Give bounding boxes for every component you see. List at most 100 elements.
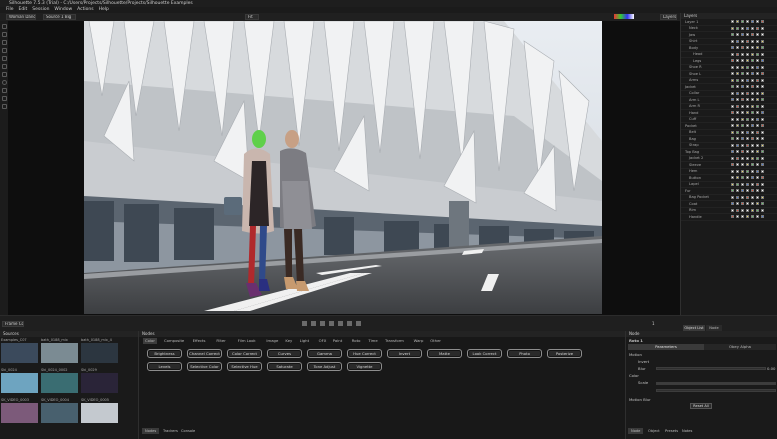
layer-toggle-icon[interactable] <box>746 59 749 63</box>
stop-icon[interactable] <box>329 321 334 326</box>
node-tab[interactable]: Image <box>264 338 280 344</box>
layer-toggle-icon[interactable] <box>761 143 764 147</box>
layer-toggle-icon[interactable] <box>756 176 759 180</box>
layer-toggle-icon[interactable] <box>761 52 764 56</box>
layer-toggle-icon[interactable] <box>741 208 744 212</box>
layer-toggle-icon[interactable] <box>751 182 754 186</box>
layers-mode-select[interactable]: Layers <box>660 14 677 20</box>
layer-toggle-icon[interactable] <box>731 202 734 206</box>
layer-toggle-icon[interactable] <box>761 156 764 160</box>
magnetic-tool-icon[interactable] <box>1 64 7 69</box>
layer-toggle-icon[interactable] <box>741 111 744 115</box>
layer-toggle-icon[interactable] <box>736 98 739 102</box>
layer-toggle-icon[interactable] <box>761 39 764 43</box>
layer-toggle-icon[interactable] <box>751 33 754 37</box>
layer-toggle-icon[interactable] <box>751 189 754 193</box>
layer-toggle-icon[interactable] <box>746 26 749 30</box>
layer-toggle-icon[interactable] <box>761 215 764 219</box>
layer-toggle-icon[interactable] <box>741 20 744 24</box>
layer-toggle-icon[interactable] <box>736 20 739 24</box>
layer-toggle-icon[interactable] <box>751 72 754 76</box>
layer-toggle-icon[interactable] <box>741 91 744 95</box>
layer-toggle-icon[interactable] <box>741 202 744 206</box>
layer-toggle-icon[interactable] <box>736 163 739 167</box>
layer-toggle-icon[interactable] <box>746 156 749 160</box>
layer-toggle-icon[interactable] <box>756 39 759 43</box>
node-button[interactable]: Levels <box>147 362 182 371</box>
layer-toggle-icon[interactable] <box>756 182 759 186</box>
layer-toggle-icon[interactable] <box>731 169 734 173</box>
layer-toggle-icon[interactable] <box>731 111 734 115</box>
param-blur[interactable]: Blur <box>638 366 646 371</box>
node-bottom-tab[interactable]: Nodes <box>142 428 160 434</box>
layer-toggle-icon[interactable] <box>746 169 749 173</box>
go-start-icon[interactable] <box>302 321 307 326</box>
node-tab[interactable]: Time <box>366 338 379 344</box>
layer-toggle-icon[interactable] <box>746 39 749 43</box>
source-thumbnail[interactable] <box>1 343 38 363</box>
layer-toggle-icon[interactable] <box>751 195 754 199</box>
layer-toggle-icon[interactable] <box>736 39 739 43</box>
layer-toggle-icon[interactable] <box>751 85 754 89</box>
layer-toggle-icon[interactable] <box>761 46 764 50</box>
layer-toggle-icon[interactable] <box>761 124 764 128</box>
layer-toggle-icon[interactable] <box>761 20 764 24</box>
source-thumbnail[interactable] <box>41 403 78 423</box>
layer-toggle-icon[interactable] <box>746 65 749 69</box>
layer-toggle-icon[interactable] <box>761 163 764 167</box>
node-button[interactable]: Selective Hue <box>227 362 262 371</box>
layer-toggle-icon[interactable] <box>736 91 739 95</box>
layer-toggle-icon[interactable] <box>756 59 759 63</box>
node-button[interactable]: Vignette <box>347 362 382 371</box>
zoom-select[interactable]: Fit <box>245 14 259 20</box>
layer-toggle-icon[interactable] <box>731 65 734 69</box>
layer-toggle-icon[interactable] <box>741 65 744 69</box>
node-tab[interactable]: Color <box>143 338 157 344</box>
layer-toggle-icon[interactable] <box>731 137 734 141</box>
layer-toggle-icon[interactable] <box>761 117 764 121</box>
source-thumbnail[interactable] <box>1 373 38 393</box>
source-thumbnail[interactable] <box>1 403 38 423</box>
layer-toggle-icon[interactable] <box>731 143 734 147</box>
layer-toggle-icon[interactable] <box>756 26 759 30</box>
layer-toggle-icon[interactable] <box>751 78 754 82</box>
layer-toggle-icon[interactable] <box>746 189 749 193</box>
node-tab[interactable]: Key <box>283 338 294 344</box>
layer-toggle-icon[interactable] <box>741 78 744 82</box>
bezier-tool-icon[interactable] <box>1 48 7 53</box>
layer-toggle-icon[interactable] <box>736 195 739 199</box>
layer-toggle-icon[interactable] <box>736 215 739 219</box>
frame-field-select[interactable]: Frame Code <box>2 321 24 327</box>
layer-toggle-icon[interactable] <box>731 163 734 167</box>
layer-toggle-icon[interactable] <box>731 52 734 56</box>
layer-toggle-icon[interactable] <box>741 169 744 173</box>
layer-toggle-icon[interactable] <box>736 208 739 212</box>
layer-toggle-icon[interactable] <box>756 65 759 69</box>
layer-toggle-icon[interactable] <box>731 124 734 128</box>
layer-toggle-icon[interactable] <box>756 104 759 108</box>
param-invert[interactable]: Invert <box>638 359 649 364</box>
node-button[interactable]: Look Correct <box>467 349 502 358</box>
transform-tool-icon[interactable] <box>1 32 7 37</box>
viewer-image[interactable] <box>84 21 602 314</box>
select-tool-icon[interactable] <box>1 24 7 29</box>
layer-toggle-icon[interactable] <box>756 85 759 89</box>
layer-toggle-icon[interactable] <box>751 39 754 43</box>
layer-toggle-icon[interactable] <box>746 98 749 102</box>
layer-toggle-icon[interactable] <box>736 182 739 186</box>
layer-toggle-icon[interactable] <box>731 20 734 24</box>
layer-toggle-icon[interactable] <box>731 150 734 154</box>
play-back-icon[interactable] <box>320 321 325 326</box>
layer-toggle-icon[interactable] <box>751 163 754 167</box>
layer-toggle-icon[interactable] <box>756 52 759 56</box>
layer-toggle-icon[interactable] <box>736 169 739 173</box>
layer-toggle-icon[interactable] <box>751 143 754 147</box>
layer-toggle-icon[interactable] <box>741 46 744 50</box>
layer-toggle-icon[interactable] <box>756 195 759 199</box>
layer-toggle-icon[interactable] <box>731 98 734 102</box>
layer-toggle-icon[interactable] <box>756 33 759 37</box>
layer-toggle-icon[interactable] <box>741 143 744 147</box>
scale-slider-2[interactable] <box>656 389 776 392</box>
layer-toggle-icon[interactable] <box>746 117 749 121</box>
layer-toggle-icon[interactable] <box>746 130 749 134</box>
